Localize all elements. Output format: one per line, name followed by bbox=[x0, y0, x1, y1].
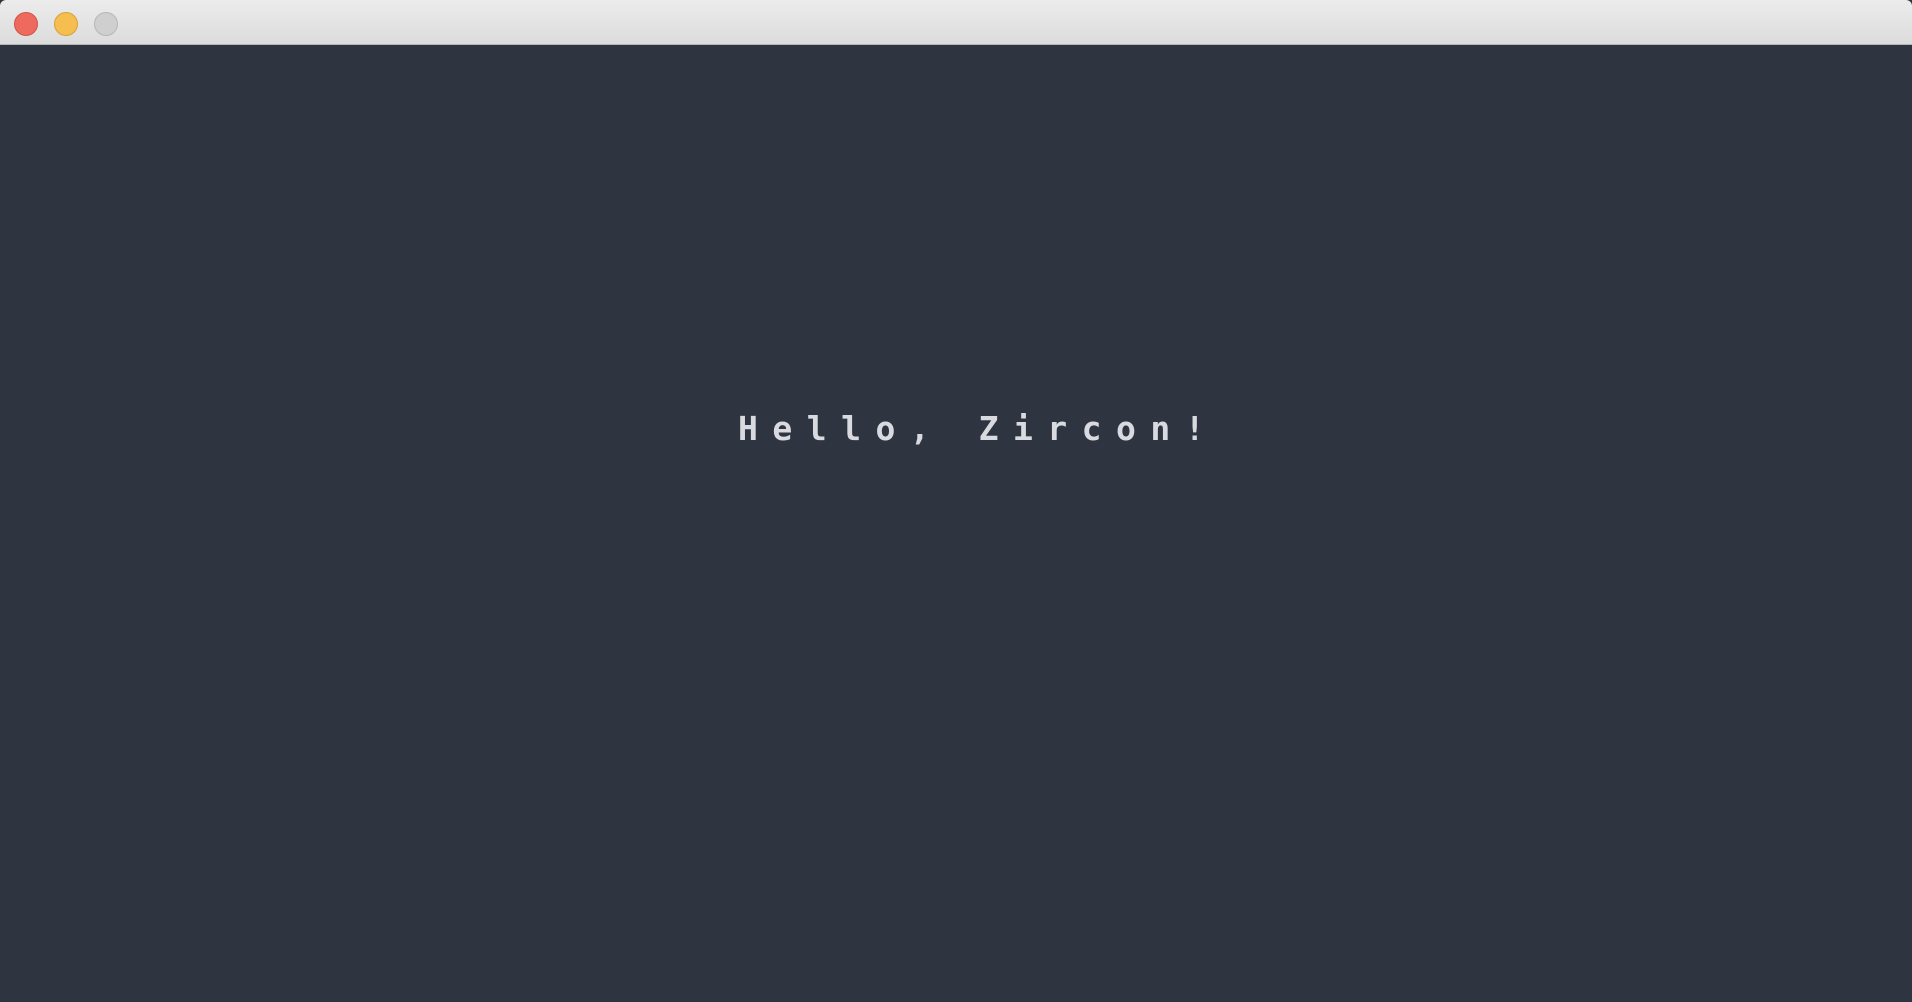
app-window: Hello, Zircon! bbox=[0, 0, 1912, 1002]
hello-message: Hello, Zircon! bbox=[738, 408, 1220, 448]
close-window-icon[interactable] bbox=[14, 12, 38, 36]
minimize-window-icon[interactable] bbox=[54, 12, 78, 36]
terminal-canvas: Hello, Zircon! bbox=[0, 46, 1912, 1002]
window-titlebar[interactable] bbox=[0, 0, 1912, 45]
zoom-window-icon[interactable] bbox=[94, 12, 118, 36]
